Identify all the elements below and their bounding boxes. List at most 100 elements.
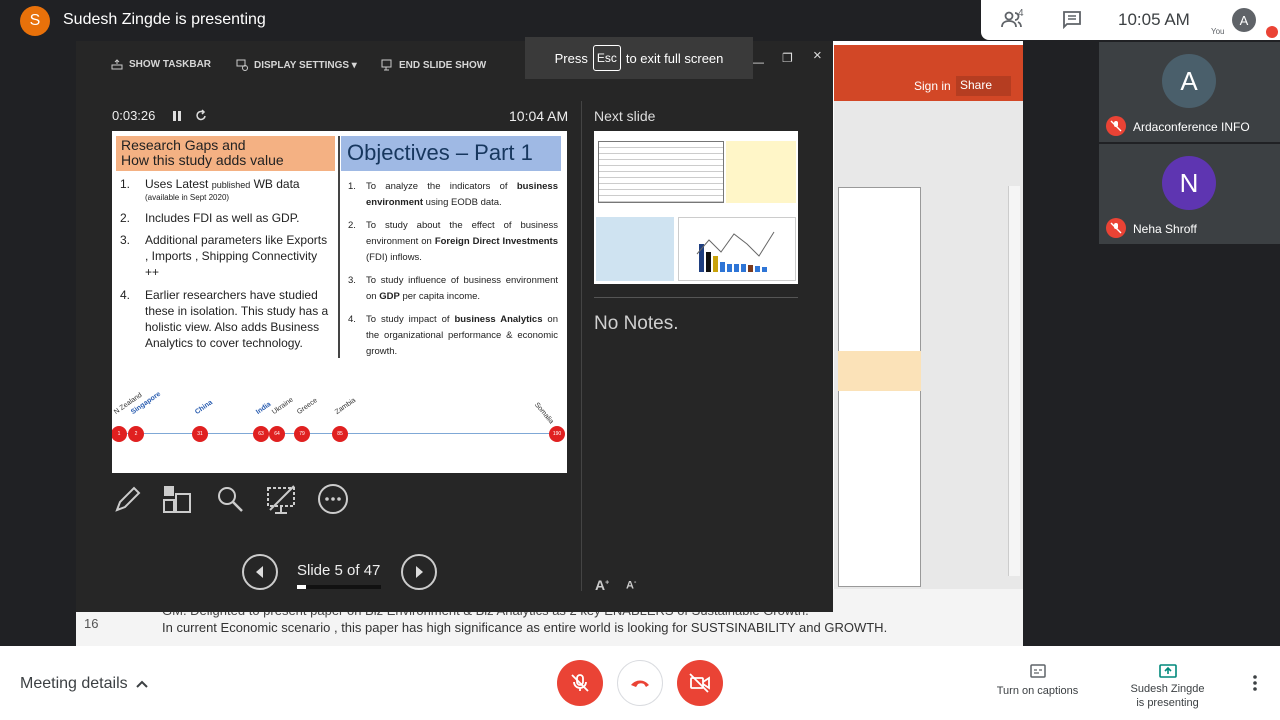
next-slide-label: Next slide <box>594 108 656 124</box>
rank-dot: 79 <box>294 426 310 442</box>
presenter-clock: 10:04 AM <box>509 108 569 124</box>
rank-dot: 31 <box>192 426 208 442</box>
country-label: China <box>193 399 214 416</box>
speaker-notes: No Notes. <box>594 313 679 334</box>
rank-dot: 1 <box>112 426 127 442</box>
next-slide-button[interactable] <box>401 554 437 590</box>
captions-button[interactable]: Turn on captions <box>990 664 1085 698</box>
ppt-slide-number: 16 <box>84 616 99 631</box>
objective-item: 3. To study influence of business enviro… <box>348 273 558 305</box>
objective-item: 4. To study impact of business Analytics… <box>348 312 558 360</box>
more-options-icon[interactable] <box>1247 674 1263 692</box>
objective-text: To study impact of business Analytics on… <box>366 314 559 357</box>
participant-avatar: N <box>1162 156 1216 210</box>
present-screen-icon <box>1158 664 1177 678</box>
participant-tile[interactable]: A Ardaconference INFO <box>1099 42 1280 142</box>
presenter-title: Sudesh Zingde is presenting <box>63 11 266 28</box>
more-options-icon[interactable] <box>316 482 350 516</box>
show-taskbar-button[interactable]: SHOW TASKBAR <box>111 59 211 70</box>
slide-progress-bar <box>297 585 381 589</box>
country-label: Greece <box>295 397 319 416</box>
gap-text: Includes FDI as well as GDP. <box>145 211 300 225</box>
ppt-workspace <box>834 101 1023 646</box>
minimize-icon[interactable]: — <box>752 55 764 69</box>
display-settings-icon <box>236 59 248 71</box>
camera-toggle-button[interactable] <box>677 660 723 706</box>
country-label: Ukraine <box>270 396 295 416</box>
gap-number: 4. <box>120 288 131 302</box>
you-label: You <box>1211 27 1225 36</box>
font-increase-button[interactable]: A+ <box>595 577 609 593</box>
rank-dot: 85 <box>332 426 348 442</box>
ppt-share-label: Share <box>960 78 993 92</box>
chat-icon[interactable] <box>1062 11 1082 29</box>
next-icon <box>416 566 423 578</box>
end-slide-show-label: END SLIDE SHOW <box>399 59 487 71</box>
previous-slide-button[interactable] <box>242 554 278 590</box>
rank-dot: 63 <box>253 426 269 442</box>
all-slides-icon[interactable] <box>160 482 194 516</box>
presenter-view: SHOW TASKBAR DISPLAY SETTINGS ▾ END SLID… <box>76 41 833 612</box>
mic-off-icon <box>571 674 589 692</box>
thumb-chart <box>678 217 796 281</box>
people-count: 4 <box>1018 8 1024 19</box>
pen-icon[interactable] <box>111 482 145 516</box>
objective-text: To analyze the indicators of business en… <box>366 181 558 208</box>
ppt-note-line: In current Economic scenario , this pape… <box>162 620 888 635</box>
objective-item: 1. To analyze the indicators of business… <box>348 179 558 211</box>
pause-icon[interactable] <box>172 111 182 121</box>
taskbar-icon <box>111 59 123 70</box>
slide-divider <box>338 136 340 358</box>
gaps-heading: Research Gaps and How this study adds va… <box>116 136 335 171</box>
you-muted-icon <box>1266 26 1278 38</box>
gap-text: Additional parameters like Exports , Imp… <box>145 233 328 279</box>
participant-avatar: A <box>1162 54 1216 108</box>
gap-text: Uses Latest published WB data (available … <box>145 177 300 202</box>
end-slide-show-button[interactable]: END SLIDE SHOW <box>381 59 486 71</box>
rank-dot: 64 <box>269 426 285 442</box>
gap-number: 1. <box>120 177 131 191</box>
thumb-table <box>598 141 724 203</box>
mic-off-icon <box>1106 218 1126 238</box>
country-label: India <box>254 400 273 416</box>
ppt-scrollbar[interactable] <box>1008 186 1020 576</box>
slide-counter: Slide 5 of 47 <box>297 562 381 579</box>
top-right-panel: 4 10:05 AM A You <box>981 0 1280 40</box>
gap-number: 2. <box>120 211 131 225</box>
next-slide-thumbnail[interactable] <box>594 131 798 284</box>
country-label: Zambia <box>333 396 358 416</box>
participant-tile[interactable]: N Neha Shroff <box>1099 144 1280 244</box>
rank-dot: 2 <box>128 426 144 442</box>
display-settings-label: DISPLAY SETTINGS ▾ <box>254 59 357 71</box>
black-screen-icon[interactable] <box>264 482 298 516</box>
ppt-share-button[interactable]: Share <box>956 76 1011 96</box>
participant-name: Ardaconference INFO <box>1133 120 1250 134</box>
font-decrease-button[interactable]: A- <box>626 579 636 592</box>
objective-number: 4. <box>348 314 356 325</box>
restart-timer-icon[interactable] <box>195 109 207 122</box>
hang-up-icon <box>631 680 649 687</box>
close-icon[interactable]: × <box>813 47 822 64</box>
presenting-button[interactable]: Sudesh Zingde is presenting <box>1120 664 1215 710</box>
objective-number: 3. <box>348 275 356 286</box>
gap-item: 1. Uses Latest published WB data (availab… <box>120 176 330 203</box>
gaps-heading-line: How this study adds value <box>121 152 284 168</box>
rank-dot: 190 <box>549 426 565 442</box>
gap-number: 3. <box>120 233 131 247</box>
objective-text: To study influence of business environme… <box>366 275 558 302</box>
mic-toggle-button[interactable] <box>557 660 603 706</box>
ppt-sign-in[interactable]: Sign in <box>914 79 951 93</box>
gaps-heading-line: Research Gaps and <box>121 137 246 153</box>
restore-icon[interactable]: ❐ <box>782 51 793 65</box>
fullscreen-exit-hint: Press Esc to exit full screen <box>525 37 753 79</box>
display-settings-button[interactable]: DISPLAY SETTINGS ▾ <box>236 59 357 71</box>
esc-rest-text: to exit full screen <box>625 50 724 66</box>
previous-icon <box>256 566 263 578</box>
zoom-icon[interactable] <box>213 482 247 516</box>
leave-call-button[interactable] <box>617 660 663 706</box>
meeting-details-button[interactable]: Meeting details <box>20 675 148 693</box>
objective-item: 2. To study about the effect of business… <box>348 218 558 266</box>
thumb-bullets <box>726 141 796 203</box>
meeting-details-label: Meeting details <box>20 675 128 692</box>
you-avatar[interactable]: A <box>1232 8 1256 32</box>
